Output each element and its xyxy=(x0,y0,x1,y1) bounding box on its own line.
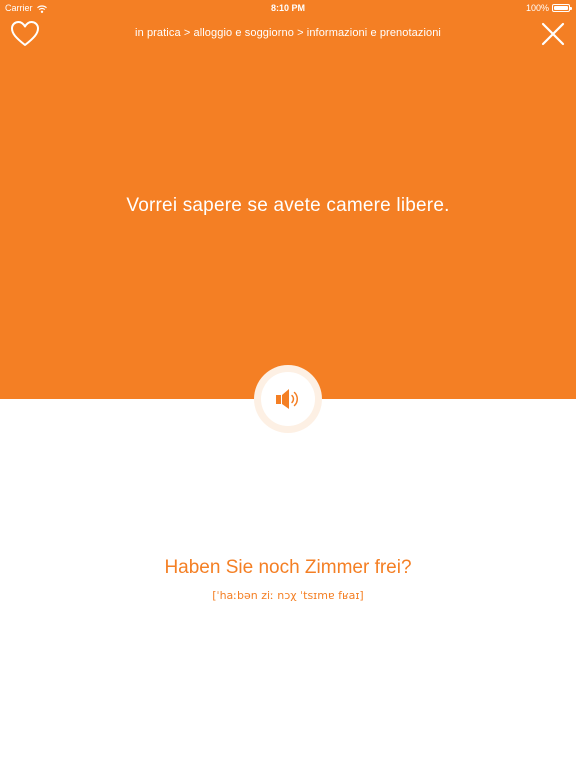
battery-percent: 100% xyxy=(525,3,549,13)
close-icon xyxy=(541,22,565,46)
status-right: 100% xyxy=(525,0,572,16)
source-phrase: Vorrei sapere se avete camere libere. xyxy=(126,195,450,216)
status-time: 8:10 PM xyxy=(270,3,305,13)
breadcrumb: in pratica > alloggio e soggiorno > info… xyxy=(135,27,441,39)
audio-button-ring xyxy=(254,365,322,433)
phonetic-transcription: [ˈhaːbən ziː nɔχ ˈtsɪmɐ fʁaɪ] xyxy=(212,589,364,602)
phrase-card-screen: Carrier 8:10 PM 100% in pratica > allogg… xyxy=(0,0,576,768)
target-phrase: Haben Sie noch Zimmer frei? xyxy=(164,557,412,578)
close-button[interactable] xyxy=(540,21,566,47)
play-audio-button[interactable] xyxy=(261,372,315,426)
battery-icon xyxy=(552,4,572,12)
speaker-icon xyxy=(276,389,299,409)
status-bar: Carrier 8:10 PM 100% xyxy=(0,0,576,16)
source-phrase-panel: Carrier 8:10 PM 100% in pratica > allogg… xyxy=(0,0,576,399)
